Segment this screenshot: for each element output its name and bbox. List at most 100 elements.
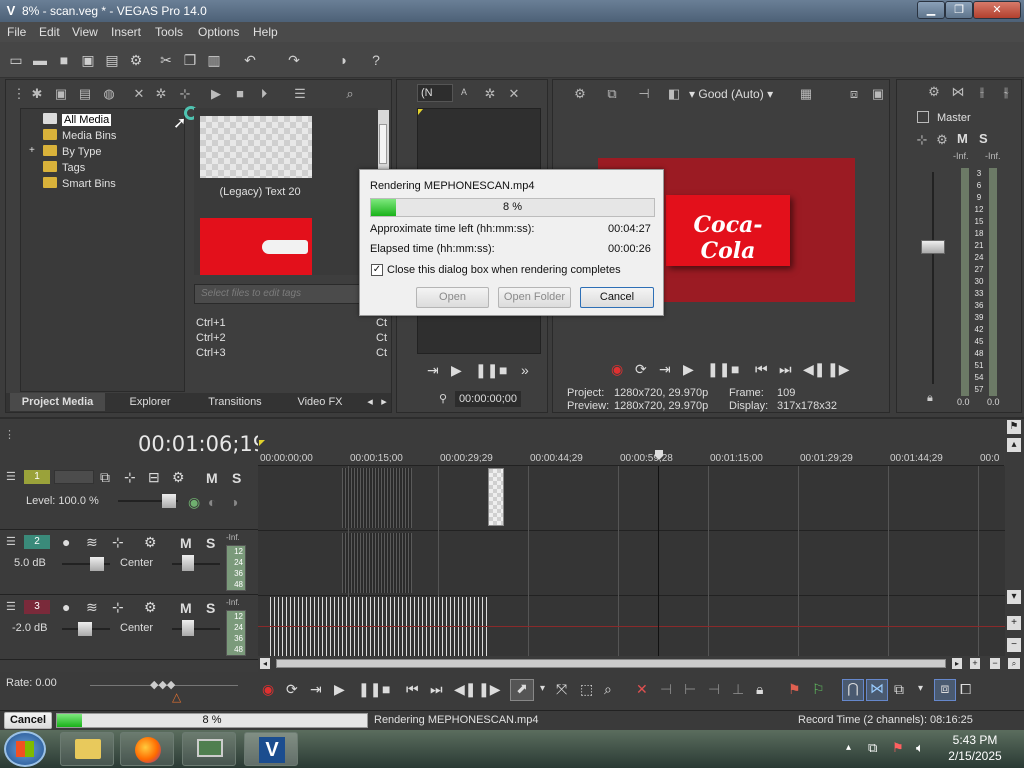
track-solo-button[interactable]: S [232,470,241,486]
track-fx-icon[interactable]: ⚙ [172,469,185,485]
record-icon[interactable]: ◉ [611,361,623,377]
web-media-icon[interactable]: ◍ [100,86,118,102]
h-zoom-out-icon[interactable]: − [990,658,1000,669]
clock-time[interactable]: 5:43 PM [950,733,1000,747]
tab-video-fx[interactable]: Video FX [280,393,360,411]
menu-help[interactable]: Help [253,25,278,39]
audio-event[interactable] [270,597,488,657]
split-icon[interactable]: ⊥ [732,681,744,697]
preview-settings-icon[interactable]: ⚙ [571,86,589,102]
track-envelope-icon[interactable]: ≋ [86,534,98,550]
capture-icon[interactable]: ▣ [52,86,70,102]
next-frame-icon[interactable]: ❚▶ [827,361,850,377]
paste-icon[interactable]: ▥ [204,51,224,69]
track-collapse-icon[interactable]: ☰ [6,600,16,613]
track-automation-icon[interactable]: ⊹ [112,599,124,615]
timeline-play-icon[interactable]: ▶ [334,681,345,697]
tree-item-smart-bins[interactable]: Smart Bins [43,177,116,190]
track-solo-button[interactable]: S [206,600,215,616]
volume-icon[interactable]: 🔈︎ [916,740,924,756]
timeline-next-frame-icon[interactable]: ❚▶ [478,681,501,697]
track-envelope-icon[interactable]: ≋ [86,599,98,615]
insert-marker-icon[interactable]: ⚑ [788,681,801,697]
lock-event-icon[interactable]: 🔒︎ [756,681,763,697]
level-slider-thumb[interactable] [162,494,176,508]
audio-event[interactable] [342,533,412,593]
master-solo-button[interactable]: S [979,131,988,146]
open-folder-button[interactable]: Open Folder [498,287,571,308]
save-snapshot-icon[interactable]: ▣ [869,86,887,102]
tree-item-by-type[interactable]: By Type [43,145,102,158]
close-window-button[interactable]: ✕ [973,1,1021,19]
zoom-tool-icon[interactable]: ⌕ [1008,658,1020,669]
auto-play-icon[interactable]: ⏵ [255,86,273,102]
clock-date[interactable]: 2/15/2025 [946,749,1004,763]
tab-transitions[interactable]: Transitions [194,393,276,411]
text-media-thumbnail[interactable] [200,116,312,178]
menu-file[interactable]: File [7,25,26,39]
track-lanes[interactable] [258,466,1005,660]
previous-frame-icon[interactable]: ◀❚ [803,361,826,377]
insert-region-icon[interactable]: ⚐ [812,681,825,697]
split-screen-icon[interactable]: ⊣ [635,86,653,102]
play-icon[interactable]: ▶ [683,361,694,377]
go-to-start-icon[interactable]: ⏮ [755,361,768,377]
normal-edit-tool-icon[interactable]: ⬈ [510,679,534,701]
auto-ripple-icon[interactable]: ⧉ [894,681,904,697]
tab-explorer[interactable]: Explorer [110,393,190,411]
trim-icon[interactable]: ⊣ [660,681,672,697]
fx-icon[interactable]: ◧ [665,86,683,102]
trimmer-clear-icon[interactable]: ✕ [505,86,523,102]
timeline-hscroll[interactable]: ◂ ▸ + − ⌕ [258,656,1024,672]
media-fx-icon[interactable]: ✲ [152,86,170,102]
copy-icon[interactable]: ❐ [180,51,200,69]
stop-icon[interactable]: ■ [731,361,739,377]
edit-tool-dropdown-icon[interactable]: ▾ [540,681,545,697]
child-track-icon[interactable]: ◑ [230,494,238,510]
by-type-expander[interactable]: + [29,145,35,156]
volume-envelope-line[interactable] [258,626,1005,627]
loop-playback-icon[interactable]: ⟳ [635,361,647,377]
timeline-pause-icon[interactable]: ❚❚ [358,681,381,697]
track-header-3[interactable]: ☰ 3 ● ≋ ⊹ ⚙ M S -Inf. 12 24 36 48 -2.0 d… [0,596,258,660]
track-motion-icon[interactable]: ⧉ [100,469,110,485]
save-icon[interactable]: ■ [54,51,74,69]
pan-slider-thumb[interactable] [182,555,194,571]
track-mute-button[interactable]: M [180,600,192,616]
menu-tools[interactable]: Tools [155,25,183,39]
trim-start-icon[interactable]: ⊢ [684,681,696,697]
ignore-grouping-icon[interactable]: ⧠ [960,681,971,697]
external-monitor-icon[interactable]: ⧉ [603,86,621,102]
loop-region-marker[interactable] [259,440,265,446]
master-fx-chain-icon[interactable]: ⚙ [933,132,951,148]
spellcheck-icon[interactable]: ᴬ [455,86,473,102]
trimmer-dropdown[interactable]: (N [417,84,453,102]
remove-media-icon[interactable]: ✕ [130,86,148,102]
menu-edit[interactable]: Edit [39,25,60,39]
shortcut-item[interactable]: Ctrl+2 [196,331,226,346]
arm-record-icon[interactable]: ● [62,599,70,615]
shortcut-item[interactable]: Ct [376,331,387,346]
envelope-tool-icon[interactable]: ⤧ [556,681,567,697]
play-from-start-icon[interactable]: ⇥ [659,361,671,377]
video-event[interactable] [342,468,412,528]
track-collapse-icon[interactable]: ☰ [6,535,16,548]
shortcut-item[interactable]: Ctrl+1 [196,316,226,331]
parent-track-icon[interactable]: ◐ [208,494,216,510]
vegas-taskbar-icon[interactable]: V [244,732,298,766]
preview-quality-dropdown[interactable]: ▾ Good (Auto) ▾ [689,87,773,101]
get-media-icon[interactable]: ▤ [76,86,94,102]
track-composite-icon[interactable]: ⊹ [124,469,136,485]
timeline-go-end-icon[interactable]: ⏭ [430,681,443,697]
tags-input[interactable]: Select files to edit tags [194,284,378,304]
lock-icon[interactable]: 🔒︎ [927,392,933,405]
selection-tool-icon[interactable]: ⬚ [580,681,593,697]
h-zoom-in-icon[interactable]: + [970,658,980,669]
new-icon[interactable]: ▭ [6,51,26,69]
arm-record-icon[interactable]: ● [62,534,70,550]
tab-scroll-right-icon[interactable]: ▸ [378,393,390,411]
timeline-loop-icon[interactable]: ⟳ [286,681,298,697]
import-media-icon[interactable]: ✱ [28,86,46,102]
search-icon[interactable]: ⌕ [341,86,359,102]
trimmer-more-icon[interactable]: » [521,362,529,378]
